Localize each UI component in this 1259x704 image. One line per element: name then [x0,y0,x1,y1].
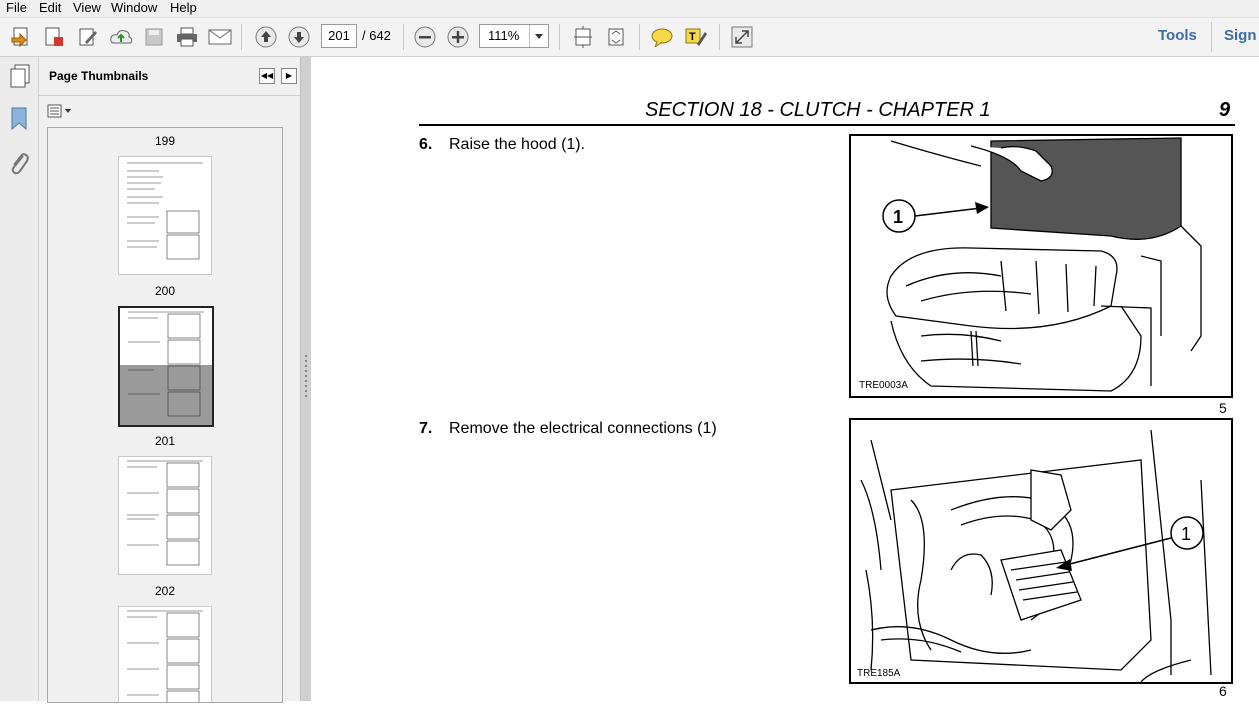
collapse-panel-icon[interactable]: ◀◀ [259,68,275,84]
menu-help[interactable]: Help [170,0,197,16]
menu-window[interactable]: Window [111,0,157,16]
menu-bar: File Edit View Window Help [0,0,1259,18]
zoom-out-icon[interactable] [412,24,438,50]
thumbnail-options-icon[interactable] [47,104,73,121]
document-page: SECTION 18 - CLUTCH - CHAPTER 1 9 6. Rai… [311,57,1259,701]
hood-illustration: 1 [882,137,1202,392]
next-page-icon[interactable] [286,24,312,50]
create-pdf-icon[interactable] [8,24,34,50]
section-header: SECTION 18 - CLUTCH - CHAPTER 1 [645,99,991,121]
zoom-in-icon[interactable] [445,24,471,50]
upload-cloud-icon[interactable] [108,24,134,50]
step-number: 6. [419,136,433,153]
figure-number: 5 [1219,400,1227,416]
toolbar: 201 / 642 111% T Tools Sign [0,18,1259,57]
tools-button[interactable]: Tools [1158,27,1197,44]
thumbnail-label: 202 [154,584,176,598]
thumbnail-page-199[interactable] [118,156,212,275]
zoom-value: 111% [488,28,520,43]
zoom-select[interactable]: 111% [479,24,549,48]
edit-pdf-icon[interactable] [75,24,101,50]
full-screen-icon[interactable] [603,24,629,50]
figure-electrical-connections: 1 TRE185A [849,418,1233,684]
thumbnail-label: 200 [154,284,176,298]
figure-number: 6 [1219,683,1227,699]
menu-view[interactable]: View [73,0,101,16]
step-number: 7. [419,420,433,437]
export-pdf-icon[interactable] [41,24,67,50]
figure-callout: 1 [1181,524,1191,544]
highlight-text-icon[interactable]: T [683,24,709,50]
attachment-icon[interactable] [8,151,30,178]
fit-page-icon[interactable] [570,24,596,50]
comment-icon[interactable] [649,24,675,50]
bookmark-icon[interactable] [9,107,29,134]
page-thumbnails-icon[interactable] [8,64,32,91]
menu-edit[interactable]: Edit [39,0,61,16]
print-icon[interactable] [174,24,200,50]
panel-splitter[interactable] [300,57,311,701]
sign-button[interactable]: Sign [1224,27,1257,44]
wiring-illustration: 1 [860,429,1212,683]
save-icon[interactable] [141,24,167,50]
expand-panel-icon[interactable]: ▶ [281,68,297,84]
thumbnail-label: 201 [154,434,176,448]
thumbnails-panel: Page Thumbnails ◀◀ ▶ 199 200 201 202 [39,57,326,703]
thumbnail-list: 199 200 201 202 [47,127,283,703]
expand-icon[interactable] [729,24,755,50]
chevron-down-icon[interactable] [529,25,548,47]
navigation-rail [0,57,39,701]
email-icon[interactable] [207,24,233,50]
menu-file[interactable]: File [6,0,27,16]
figure-code: TRE0003A [859,380,908,391]
svg-text:T: T [689,31,696,43]
thumbnail-label: 199 [154,134,176,148]
figure-raise-hood: 1 TRE0003A [849,134,1233,398]
page-number-input[interactable]: 201 [321,24,357,48]
thumbnail-page-202[interactable] [118,606,212,702]
thumbnail-page-200[interactable] [118,306,214,427]
thumbnail-page-201[interactable] [118,456,212,575]
previous-page-icon[interactable] [253,24,279,50]
figure-code: TRE185A [857,668,901,679]
step-text: Raise the hood (1). [449,136,586,153]
step-text: Remove the electrical connections (1) [449,420,717,437]
figure-callout: 1 [893,207,903,227]
header-rule [419,124,1235,126]
page-total: / 642 [362,28,391,43]
panel-title: Page Thumbnails [49,69,149,83]
page-number: 9 [1219,99,1231,121]
